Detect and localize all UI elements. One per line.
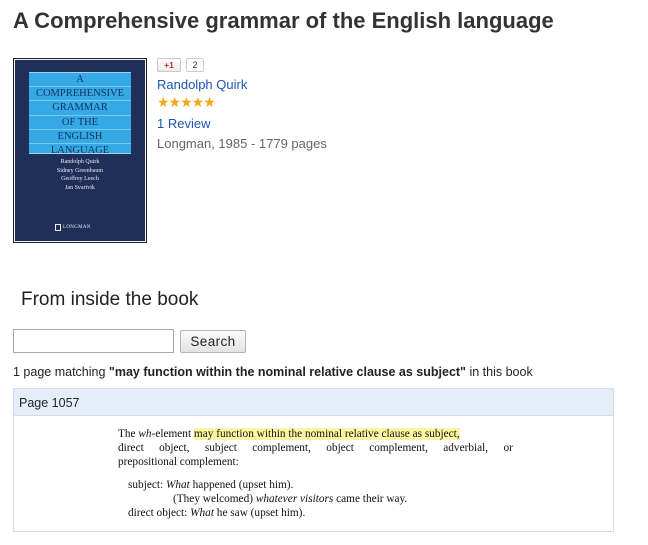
- snippet-line: The wh-element may function within the n…: [118, 427, 513, 441]
- cover-title-line: COMPREHENSIVE: [29, 87, 131, 102]
- snippet-italic: whatever visitors: [255, 493, 334, 505]
- search-result: Page 1057 The wh-element may function wi…: [13, 388, 614, 532]
- cover-title-line: GRAMMAR: [29, 101, 131, 116]
- snippet-example: subject: What happened (upset him).: [118, 478, 513, 492]
- cover-title-line: ENGLISH: [29, 130, 131, 145]
- plus-one-count: 2: [186, 58, 204, 72]
- cover-author: Jan Svartvik: [65, 184, 95, 191]
- search-input[interactable]: [13, 329, 174, 353]
- snippet-word: object,: [159, 442, 190, 454]
- snippet-text: The: [118, 428, 139, 440]
- cover-author: Randolph Quirk: [60, 159, 100, 165]
- snippet-example: direct object: What he saw (upset him).: [118, 506, 513, 520]
- cover-title-line: LANGUAGE: [50, 145, 110, 157]
- snippet-line: direct object, subject complement, objec…: [118, 441, 513, 455]
- page-snippet-image[interactable]: The wh-element may function within the n…: [118, 427, 513, 520]
- snippet-text: subject:: [128, 479, 166, 491]
- snippet-word: subject: [204, 442, 237, 454]
- cover-publisher: LONGMAN: [63, 225, 91, 230]
- snippet-italic: What: [190, 507, 214, 519]
- rating-stars-icon: ★★★★★: [157, 94, 216, 110]
- snippet-italic: What: [165, 479, 190, 491]
- match-query: "may function within the nominal relativ…: [108, 365, 466, 379]
- book-cover-art: A COMPREHENSIVE GRAMMAR OF THE ENGLISH L…: [15, 60, 145, 241]
- match-suffix: in this book: [466, 365, 533, 379]
- snippet-word: direct: [118, 442, 144, 454]
- cover-title-band: A COMPREHENSIVE GRAMMAR OF THE ENGLISH L…: [29, 72, 131, 157]
- match-summary: 1 page matching "may function within the…: [13, 365, 533, 379]
- search-button[interactable]: Search: [180, 330, 246, 353]
- cover-author: Sidney Greenbaum: [56, 167, 104, 174]
- author-link[interactable]: Randolph Quirk: [157, 77, 247, 92]
- cover-title-line: OF THE: [29, 116, 131, 130]
- snippet-word: object: [326, 442, 354, 454]
- search-section-title: From inside the book: [21, 289, 199, 310]
- snippet-word: complement,: [369, 442, 428, 454]
- match-prefix: 1 page matching: [13, 365, 109, 379]
- snippet-line: prepositional complement:: [118, 456, 239, 468]
- snippet-text: -element: [151, 428, 194, 440]
- cover-author: Geoffrey Leech: [61, 176, 99, 182]
- snippet-word: or: [503, 442, 513, 454]
- page-title: A Comprehensive grammar of the English l…: [13, 8, 554, 33]
- snippet-word: complement,: [252, 442, 311, 454]
- reviews-link[interactable]: 1 Review: [157, 116, 210, 131]
- snippet-text: happened (upset him).: [189, 479, 294, 491]
- publication-info: Longman, 1985 - 1779 pages: [157, 136, 327, 151]
- snippet-text: came their way.: [333, 493, 408, 505]
- cover-title-line: A: [29, 73, 131, 88]
- snippet-italic: wh: [138, 428, 152, 440]
- result-page-link[interactable]: Page 1057: [14, 389, 613, 416]
- cover-authors: Randolph Quirk Sidney Greenbaum Geoffrey…: [15, 158, 145, 192]
- snippet-text: direct object:: [128, 507, 191, 519]
- book-cover-image[interactable]: A COMPREHENSIVE GRAMMAR OF THE ENGLISH L…: [13, 58, 147, 243]
- snippet-word: adverbial,: [443, 442, 489, 454]
- snippet-example: (They welcomed) whatever visitors came t…: [118, 492, 513, 506]
- google-plus-one-button[interactable]: +1: [157, 58, 181, 72]
- publisher-logo-icon: [55, 224, 61, 231]
- snippet-text: (They welcomed): [173, 493, 256, 505]
- snippet-text: he saw (upset him).: [213, 507, 306, 519]
- snippet-highlight: may function within the nominal relative…: [193, 428, 460, 440]
